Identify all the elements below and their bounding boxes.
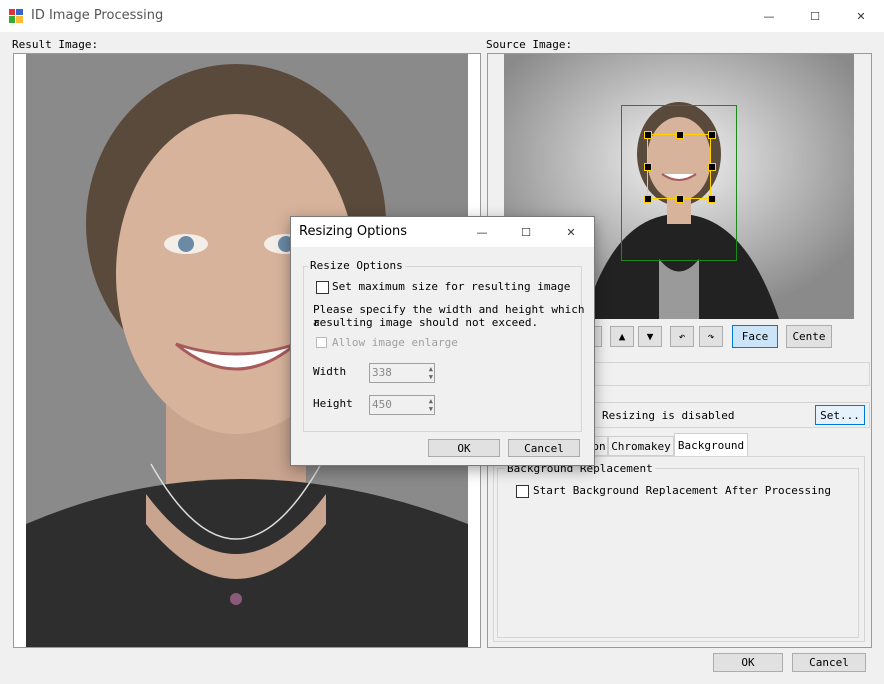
close-icon: ✕: [566, 225, 576, 239]
height-label: Height: [313, 397, 353, 410]
dialog-close-button[interactable]: ✕: [548, 217, 594, 247]
face-detection-box[interactable]: [647, 134, 711, 199]
app-icon: [9, 9, 23, 23]
minimize-button[interactable]: —: [746, 0, 792, 32]
height-spin-arrows-icon[interactable]: ▲ ▼: [429, 397, 433, 413]
face-box-handle[interactable]: [676, 131, 684, 139]
set-resize-button[interactable]: Set...: [815, 405, 865, 425]
result-image-label: Result Image:: [12, 38, 99, 51]
info-row: [590, 362, 870, 386]
width-label: Width: [313, 365, 347, 378]
close-icon: ✕: [856, 9, 866, 23]
close-button[interactable]: ✕: [838, 0, 884, 32]
minimize-icon: —: [476, 225, 488, 239]
set-max-size-label: Set maximum size for resulting image: [332, 280, 571, 293]
dialog-title: Resizing Options: [299, 224, 408, 239]
width-stepper[interactable]: 338 ▲ ▼: [369, 363, 435, 383]
width-value: 338: [372, 366, 392, 379]
cancel-button[interactable]: Cancel: [792, 653, 866, 672]
allow-enlarge-label: Allow image enlarge: [332, 336, 458, 349]
rotate-right-icon: ↷: [707, 330, 715, 343]
start-background-label: Start Background Replacement After Proce…: [533, 484, 832, 497]
arrow-down-icon: ▼: [646, 330, 654, 343]
face-box-handle[interactable]: [676, 195, 684, 203]
resize-options-label: Resize Options: [308, 259, 405, 272]
start-background-checkbox[interactable]: [516, 485, 529, 498]
face-box-handle[interactable]: [708, 163, 716, 171]
source-image-label: Source Image:: [486, 38, 573, 51]
set-max-size-checkbox[interactable]: [316, 281, 329, 294]
height-value: 450: [372, 398, 392, 411]
center-button[interactable]: Cente: [786, 325, 832, 348]
dialog-maximize-button[interactable]: ☐: [503, 217, 549, 247]
width-spin-arrows-icon[interactable]: ▲ ▼: [429, 365, 433, 381]
face-box-handle[interactable]: [644, 163, 652, 171]
face-button[interactable]: Face: [732, 325, 778, 348]
rotate-right-button[interactable]: ↷: [699, 326, 723, 347]
maximize-icon: ☐: [810, 9, 820, 23]
arrow-up-icon: ▲: [618, 330, 626, 343]
dialog-cancel-button[interactable]: Cancel: [508, 439, 580, 457]
minimize-icon: —: [763, 9, 775, 23]
face-box-handle[interactable]: [644, 195, 652, 203]
move-down-button[interactable]: ▼: [638, 326, 662, 347]
maximize-button[interactable]: ☐: [792, 0, 838, 32]
hint-line-2: resulting image should not exceed.: [313, 316, 539, 329]
rotate-left-button[interactable]: ↶: [670, 326, 694, 347]
face-box-handle[interactable]: [644, 131, 652, 139]
dialog-minimize-button[interactable]: —: [459, 217, 505, 247]
resizing-options-dialog: Resizing Options — ☐ ✕ Resize Options Se…: [290, 216, 595, 466]
rotate-left-icon: ↶: [678, 330, 686, 343]
title-bar: ID Image Processing — ☐ ✕: [0, 0, 884, 32]
resize-status-text: Resizing is disabled: [602, 409, 735, 422]
ok-button[interactable]: OK: [713, 653, 783, 672]
allow-enlarge-checkbox[interactable]: [316, 337, 327, 348]
face-box-handle[interactable]: [708, 131, 716, 139]
dialog-ok-button[interactable]: OK: [428, 439, 500, 457]
maximize-icon: ☐: [521, 225, 531, 239]
tab-background[interactable]: Background: [674, 433, 748, 457]
move-up-button[interactable]: ▲: [610, 326, 634, 347]
window-title: ID Image Processing: [31, 8, 164, 23]
dialog-title-bar: Resizing Options — ☐ ✕: [291, 217, 594, 247]
tab-chromakey[interactable]: Chromakey: [608, 436, 674, 456]
height-stepper[interactable]: 450 ▲ ▼: [369, 395, 435, 415]
face-box-handle[interactable]: [708, 195, 716, 203]
